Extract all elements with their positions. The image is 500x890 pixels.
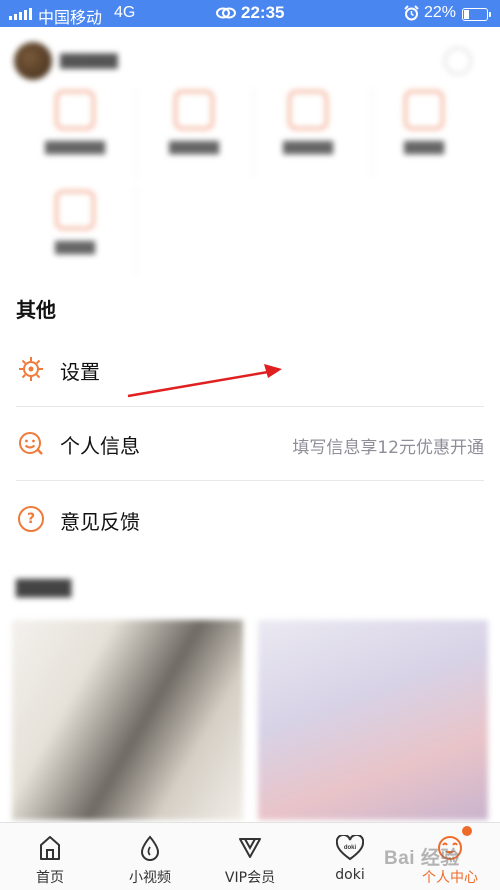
settings-row[interactable]: 设置 [16, 334, 484, 404]
tab-vip[interactable]: VIP会员 [200, 823, 300, 890]
feature-item[interactable]: ▇▇▇▇ [364, 90, 484, 155]
feature-item[interactable]: ▇▇▇▇ [15, 190, 135, 255]
battery-icon [462, 8, 491, 21]
avatar[interactable] [14, 42, 52, 80]
watermark: Bai 经验 [384, 848, 460, 869]
carrier-name: 中国移动 [38, 10, 103, 27]
feedback-label: 意见反馈 [60, 510, 140, 534]
personal-info-row[interactable]: 个人信息 填写信息享12元优惠开通 [16, 408, 484, 478]
smile-icon [19, 432, 43, 455]
notification-dot [462, 826, 472, 836]
username-blurred: ▇▇▇▇▇ [60, 51, 118, 69]
personal-info-label: 个人信息 [60, 434, 140, 458]
divider [16, 406, 484, 407]
doki-heart-icon: doki [336, 835, 364, 861]
status-time: 22:35 [241, 3, 285, 22]
divider [16, 480, 484, 481]
vip-icon [239, 838, 261, 858]
tab-profile-label: 个人中心 [422, 870, 478, 886]
personal-info-hint: 填写信息享12元优惠开通 [292, 438, 484, 458]
settings-label: 设置 [60, 360, 100, 384]
feature-item[interactable]: ▇▇▇▇▇ [134, 90, 254, 155]
tab-short-video[interactable]: 小视频 [100, 823, 200, 890]
feedback-row[interactable]: ? 意见反馈 [16, 484, 484, 554]
drop-icon [140, 835, 160, 861]
gear-icon [19, 357, 43, 381]
feature-icon [288, 90, 328, 130]
recommend-card[interactable] [12, 620, 243, 820]
battery-percent: 22% [424, 4, 457, 21]
feature-item[interactable]: ▇▇▇▇▇ [248, 90, 368, 155]
feature-icon [174, 90, 214, 130]
recommend-title-blurred: ▇▇▇▇ [16, 577, 72, 598]
recommend-card[interactable] [258, 620, 488, 820]
tab-home[interactable]: 首页 [0, 823, 100, 890]
feature-item[interactable]: ▇▇▇▇▇▇ [15, 90, 135, 155]
tab-home-label: 首页 [36, 870, 64, 886]
status-bar: 中国移动 4G 22:35 22% [0, 0, 500, 27]
profile-action-icon[interactable] [444, 47, 472, 75]
section-title-other: 其他 [16, 298, 56, 322]
network-type: 4G [114, 4, 136, 21]
link-icon [216, 7, 236, 19]
alarm-icon [404, 5, 419, 21]
question-icon: ? [18, 506, 44, 532]
signal-icon [9, 8, 32, 20]
feature-icon [55, 90, 95, 130]
feature-icon [55, 190, 95, 230]
svg-text:doki: doki [344, 845, 357, 851]
home-icon [40, 836, 60, 860]
tab-short-video-label: 小视频 [129, 870, 171, 886]
tab-vip-label: VIP会员 [224, 870, 276, 886]
feature-icon [404, 90, 444, 130]
